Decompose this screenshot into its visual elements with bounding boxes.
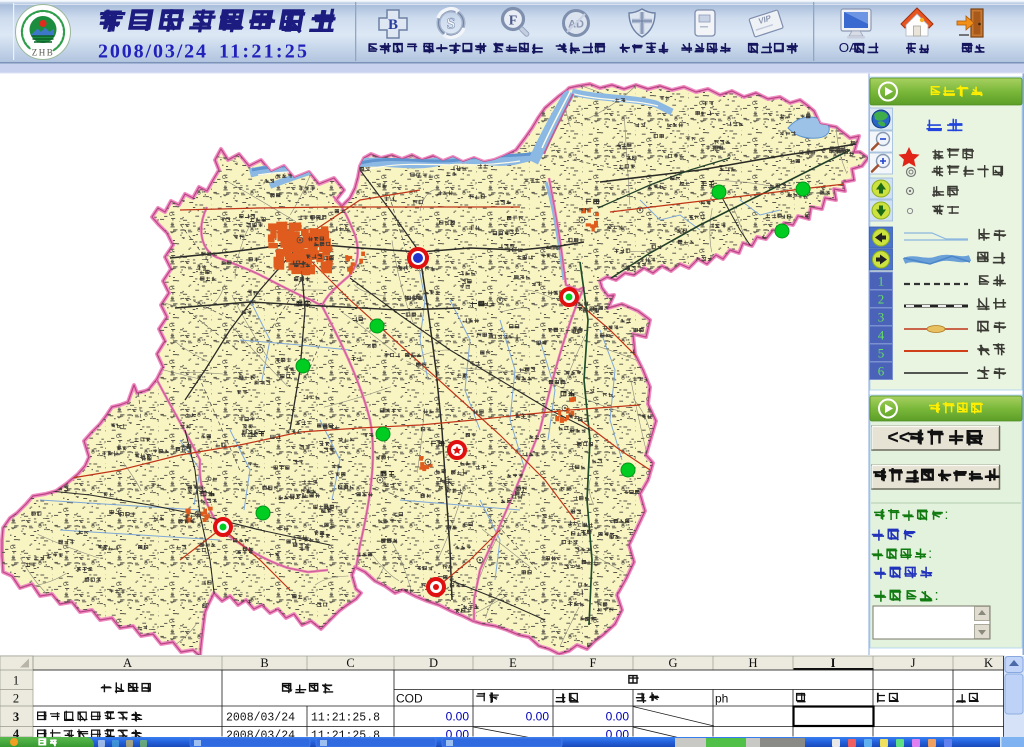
svg-text:3: 3 [13, 710, 19, 724]
svg-text:G: G [668, 656, 677, 670]
svg-text:<<: << [887, 427, 910, 449]
svg-text:11:21:25.8: 11:21:25.8 [311, 712, 380, 725]
svg-text:0.00: 0.00 [446, 710, 470, 724]
svg-text:K: K [984, 656, 993, 670]
svg-text:B: B [260, 656, 268, 670]
svg-text:D: D [429, 656, 438, 670]
svg-text:C: C [346, 656, 354, 670]
svg-text:ZHB: ZHB [32, 48, 55, 58]
svg-text:11:21:25: 11:21:25 [219, 41, 307, 63]
svg-text:F: F [590, 656, 597, 670]
svg-text:3: 3 [878, 310, 885, 325]
svg-text:2008/03/24: 2008/03/24 [226, 712, 295, 725]
svg-text:4: 4 [878, 328, 885, 343]
svg-text:J: J [911, 656, 916, 670]
svg-text:H: H [748, 656, 757, 670]
svg-text:6: 6 [878, 364, 885, 379]
svg-text:0.00: 0.00 [526, 710, 550, 724]
svg-text:1: 1 [878, 274, 885, 289]
svg-text:F: F [509, 14, 518, 29]
svg-text::: : [935, 588, 939, 604]
svg-text:I: I [831, 656, 836, 670]
svg-text:S: S [447, 16, 456, 33]
svg-text:1: 1 [13, 673, 19, 687]
svg-text::: : [945, 507, 949, 522]
svg-text:A: A [123, 656, 132, 670]
svg-text:ph: ph [715, 692, 728, 706]
svg-text::: : [928, 546, 932, 561]
svg-text:B: B [388, 17, 398, 33]
svg-text:2: 2 [878, 292, 885, 307]
svg-text:5: 5 [878, 346, 885, 361]
svg-text:2008/03/24: 2008/03/24 [98, 41, 206, 63]
svg-text:E: E [509, 656, 517, 670]
svg-text:0.00: 0.00 [606, 710, 630, 724]
svg-text:COD: COD [396, 692, 423, 706]
svg-text:2: 2 [13, 691, 19, 705]
